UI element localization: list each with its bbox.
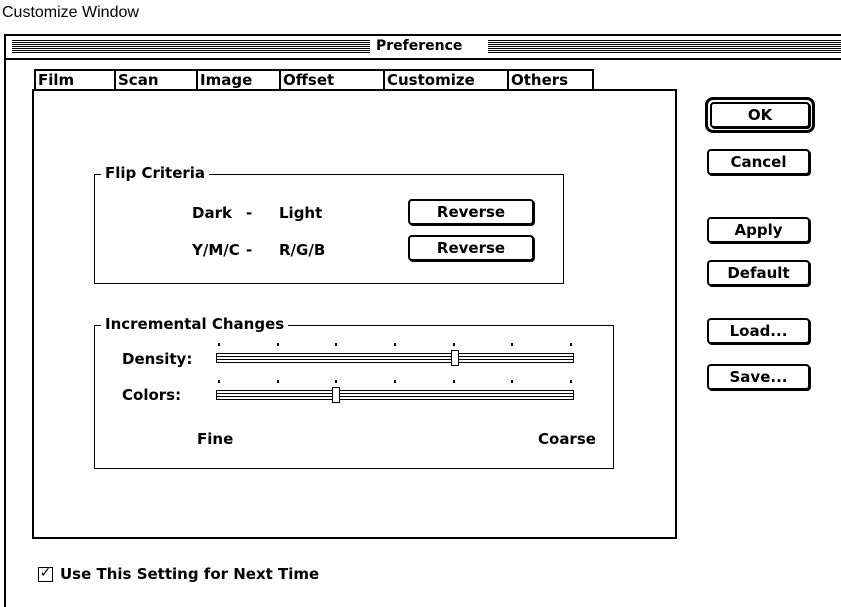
slider-tick xyxy=(335,380,338,383)
tab-image[interactable]: Image xyxy=(196,69,279,91)
checkmark-icon: ✓ xyxy=(39,565,52,581)
flip-criteria-legend: Flip Criteria xyxy=(101,164,210,182)
tab-film[interactable]: Film xyxy=(34,69,114,91)
slider-tick xyxy=(452,343,455,346)
ymc-rgb-separator: - xyxy=(246,241,253,259)
slider-tick xyxy=(511,343,514,346)
slider-tick xyxy=(394,343,396,346)
title-bar-stripes-right xyxy=(488,40,841,53)
slider-tick xyxy=(511,380,514,383)
tab-scan[interactable]: Scan xyxy=(114,69,196,91)
dark-light-separator: - xyxy=(246,204,253,222)
tab-customize[interactable]: Customize xyxy=(383,69,507,91)
save-button[interactable]: Save... xyxy=(707,364,810,390)
window-title: Preference xyxy=(374,38,465,54)
flip-criteria-group: Flip Criteria xyxy=(94,164,564,284)
density-slider[interactable] xyxy=(216,353,574,363)
use-setting-label[interactable]: Use This Setting for Next Time xyxy=(60,565,319,583)
slider-tick xyxy=(394,380,396,383)
colors-slider-thumb[interactable] xyxy=(331,387,340,403)
dark-label: Dark xyxy=(192,204,232,222)
tab-offset[interactable]: Offset xyxy=(279,69,383,91)
rgb-label: R/G/B xyxy=(279,241,326,259)
slider-tick xyxy=(570,380,572,383)
slider-tick xyxy=(452,380,455,383)
density-slider-thumb[interactable] xyxy=(450,350,459,366)
coarse-label: Coarse xyxy=(538,430,596,448)
incremental-changes-legend: Incremental Changes xyxy=(101,315,289,333)
title-bar-stripes-left xyxy=(12,40,370,53)
use-setting-checkbox[interactable]: ✓ xyxy=(38,565,53,582)
ymc-label: Y/M/C xyxy=(192,241,240,259)
default-button[interactable]: Default xyxy=(707,260,810,286)
slider-tick xyxy=(276,380,279,383)
figure-caption: Customize Window xyxy=(2,4,139,21)
load-button[interactable]: Load... xyxy=(707,318,810,344)
colors-slider[interactable] xyxy=(216,390,574,400)
slider-tick xyxy=(218,380,220,383)
customize-panel xyxy=(32,89,677,539)
tab-others[interactable]: Others xyxy=(507,69,594,91)
slider-tick xyxy=(570,343,572,346)
fine-label: Fine xyxy=(197,430,234,448)
reverse-ymc-rgb-button[interactable]: Reverse xyxy=(408,235,534,261)
ok-button[interactable]: OK xyxy=(710,102,810,128)
colors-label: Colors: xyxy=(122,386,182,404)
title-bar[interactable]: Preference xyxy=(6,36,841,60)
cancel-button[interactable]: Cancel xyxy=(707,149,810,175)
light-label: Light xyxy=(279,204,323,222)
slider-tick xyxy=(218,343,220,346)
apply-button[interactable]: Apply xyxy=(707,217,810,243)
slider-tick xyxy=(276,343,279,346)
reverse-dark-light-button[interactable]: Reverse xyxy=(408,199,534,225)
slider-tick xyxy=(335,343,338,346)
density-label: Density: xyxy=(122,350,193,368)
